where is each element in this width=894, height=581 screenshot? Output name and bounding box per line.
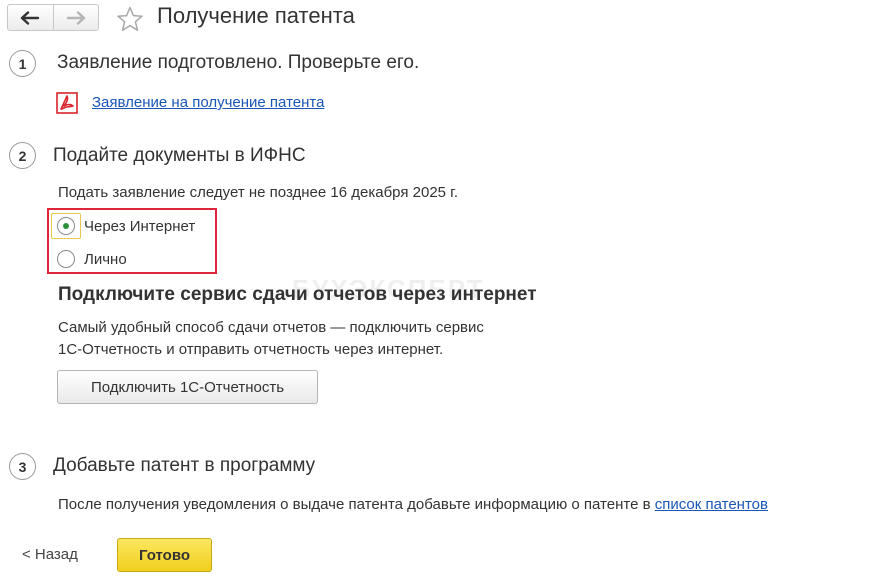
radio-option-in-person[interactable]: Лично — [51, 246, 127, 272]
step-title-3: Добавьте патент в программу — [53, 455, 316, 476]
navigation-buttons — [7, 4, 99, 31]
deadline-text: Подать заявление следует не позднее 16 д… — [58, 184, 458, 201]
back-step-button[interactable]: < Назад — [22, 546, 78, 563]
radio-frame — [51, 246, 81, 272]
forward-button[interactable] — [52, 5, 99, 30]
arrow-left-icon — [21, 10, 40, 25]
step-number-1: 1 — [9, 50, 36, 77]
pdf-icon — [56, 92, 78, 114]
radio-label-internet: Через Интернет — [84, 217, 196, 235]
radio-focus-frame — [51, 213, 81, 239]
patent-list-link[interactable]: список патентов — [655, 496, 768, 513]
arrow-right-icon — [66, 10, 85, 25]
service-heading: Подключите сервис сдачи отчетов через ин… — [58, 284, 537, 305]
radio-selected-dot — [63, 223, 69, 229]
patent-info-prefix: После получения уведомления о выдаче пат… — [58, 496, 655, 513]
radio-button-internet[interactable] — [57, 217, 75, 235]
back-button[interactable] — [8, 5, 53, 30]
application-link-text[interactable]: Заявление на получение патента — [92, 94, 324, 111]
radio-button-in-person[interactable] — [57, 250, 75, 268]
application-document-link[interactable]: Заявление на получение патента — [92, 92, 324, 114]
step-number-3: 3 — [9, 453, 36, 480]
patent-info-text: После получения уведомления о выдаче пат… — [58, 494, 768, 516]
done-button[interactable]: Готово — [117, 538, 212, 572]
service-description-line-1: Самый удобный способ сдачи отчетов — под… — [58, 319, 484, 336]
step-title-2: Подайте документы в ИФНС — [53, 145, 306, 166]
window-title: Получение патента — [157, 3, 355, 28]
radio-option-internet[interactable]: Через Интернет — [51, 213, 195, 239]
step-number-2: 2 — [9, 142, 36, 169]
connect-reporting-button[interactable]: Подключить 1С-Отчетность — [57, 370, 318, 404]
service-description-line-2: 1С-Отчетность и отправить отчетность чер… — [58, 341, 444, 358]
star-outline-icon[interactable] — [116, 6, 144, 32]
radio-label-in-person: Лично — [84, 250, 127, 268]
step-title-1: Заявление подготовлено. Проверьте его. — [57, 52, 420, 73]
